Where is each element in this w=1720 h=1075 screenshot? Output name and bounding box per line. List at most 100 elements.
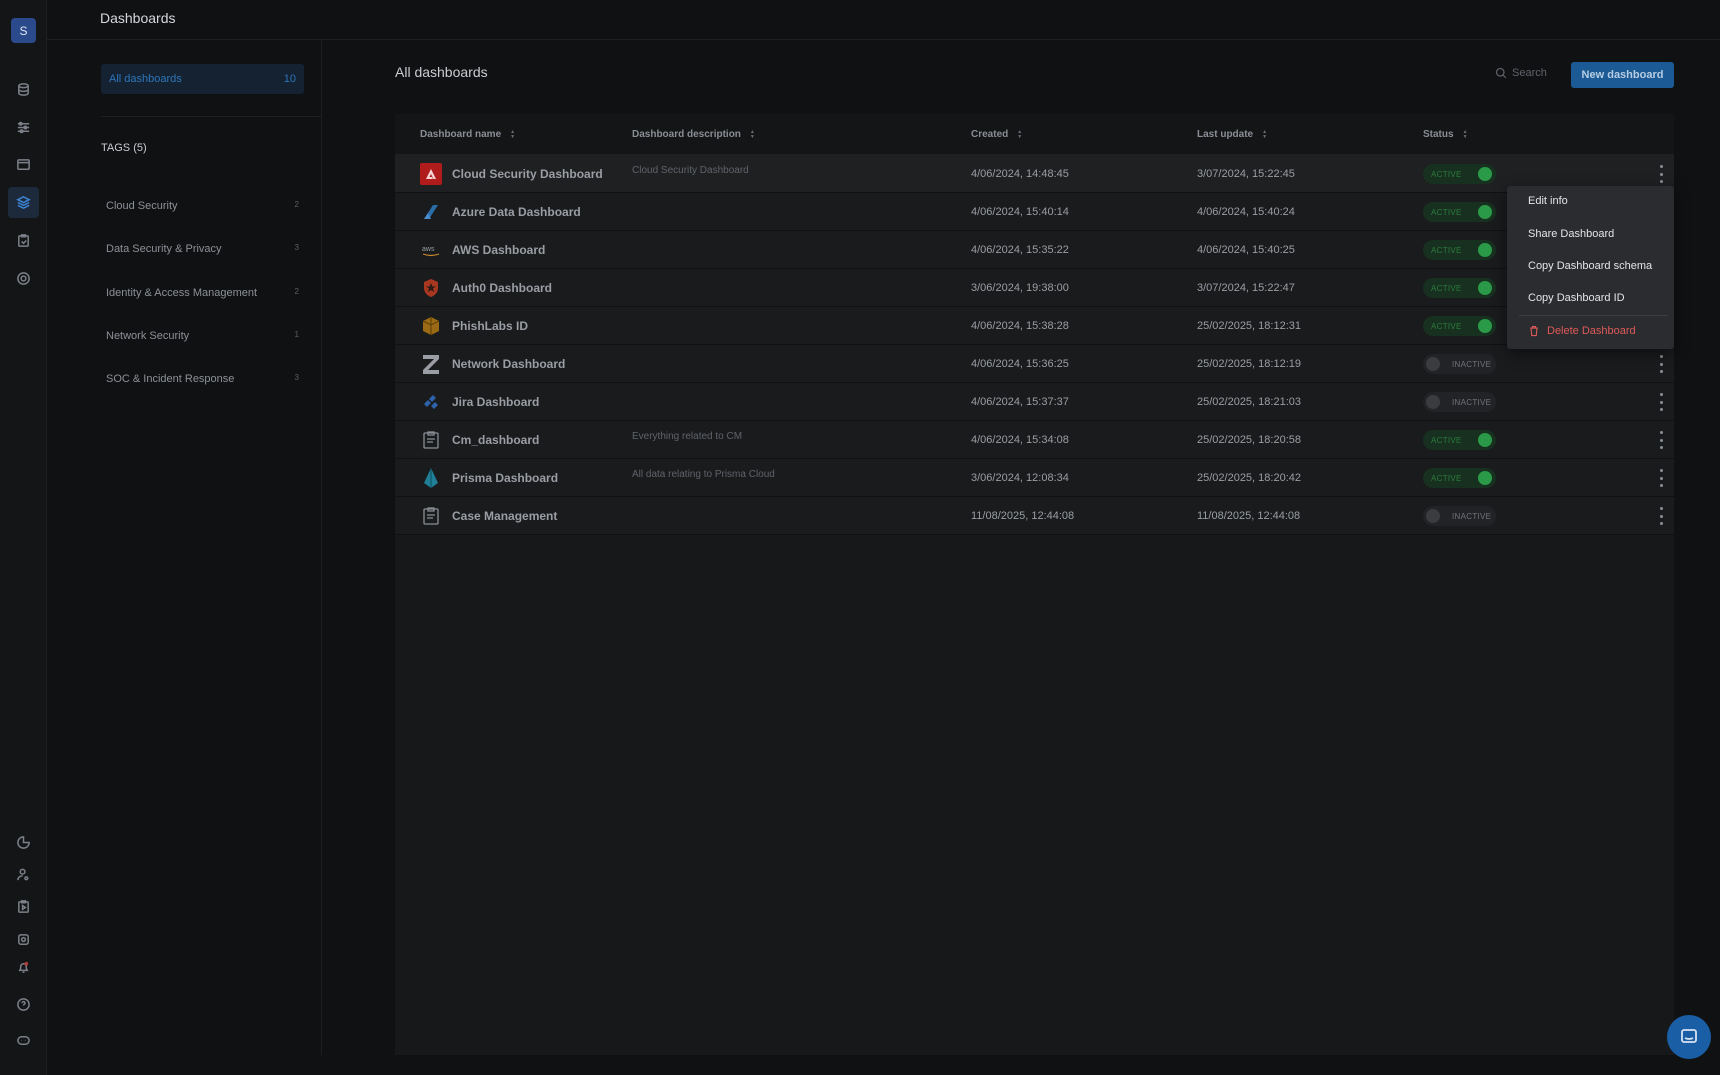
tag-label: Data Security & Privacy [106, 243, 222, 255]
menu-divider [1519, 315, 1668, 316]
updated-date: 4/06/2024, 15:40:24 [1197, 206, 1295, 218]
tag-item[interactable]: Network Security 1 [106, 330, 299, 342]
updated-date: 3/07/2024, 15:22:47 [1197, 282, 1295, 294]
created-date: 11/08/2025, 12:44:08 [971, 510, 1075, 522]
tag-item[interactable]: Identity & Access Management 2 [106, 287, 299, 299]
toggle-knob [1478, 471, 1492, 485]
column-header-created[interactable]: Created ▲ ▼ [971, 129, 1022, 140]
more-options-icon[interactable] [1658, 355, 1664, 373]
tag-item[interactable]: SOC & Incident Response 3 [106, 373, 299, 385]
updated-date: 25/02/2025, 18:12:19 [1197, 358, 1301, 370]
dashboard-name[interactable]: Network Dashboard [452, 357, 565, 371]
tag-count: 2 [294, 200, 299, 209]
status-label: ACTIVE [1431, 473, 1462, 483]
dashboards-sidebar: All dashboards 10 TAGS (5) Cloud Securit… [47, 40, 322, 1055]
status-label: ACTIVE [1431, 283, 1462, 293]
created-date: 4/06/2024, 15:35:22 [971, 244, 1069, 256]
table-row[interactable]: aws AWS Dashboard 4/06/2024, 15:35:22 4/… [395, 231, 1674, 269]
tag-item[interactable]: Cloud Security 2 [106, 200, 299, 212]
status-toggle[interactable]: ACTIVE [1423, 430, 1496, 450]
avatar[interactable]: S [11, 18, 36, 43]
menu-item-delete-dashboard[interactable]: Delete Dashboard [1528, 325, 1636, 337]
dashboard-name[interactable]: Auth0 Dashboard [452, 281, 552, 295]
dashboard-name[interactable]: Jira Dashboard [452, 395, 539, 409]
table-row[interactable]: Auth0 Dashboard 3/06/2024, 19:38:00 3/07… [395, 269, 1674, 307]
updated-date: 4/06/2024, 15:40:25 [1197, 244, 1295, 256]
more-options-icon[interactable] [1658, 507, 1664, 525]
table-row[interactable]: Prisma Dashboard All data relating to Pr… [395, 459, 1674, 497]
tag-label: Cloud Security [106, 200, 178, 212]
sort-icon: ▲ ▼ [749, 128, 755, 140]
table-row[interactable]: Network Dashboard 4/06/2024, 15:36:25 25… [395, 345, 1674, 383]
chat-icon [1681, 1029, 1697, 1043]
status-label: INACTIVE [1452, 397, 1492, 407]
clipboard-check-icon[interactable] [11, 228, 35, 252]
table-row[interactable]: Jira Dashboard 4/06/2024, 15:37:37 25/02… [395, 383, 1674, 421]
column-header-name[interactable]: Dashboard name ▲ ▼ [420, 129, 515, 140]
integrations-icon[interactable] [11, 927, 35, 951]
status-toggle[interactable]: INACTIVE [1423, 392, 1496, 412]
created-date: 3/06/2024, 12:08:34 [971, 472, 1069, 484]
dashboard-name[interactable]: AWS Dashboard [452, 243, 545, 257]
dashboard-name[interactable]: Cloud Security Dashboard [452, 167, 603, 181]
status-toggle[interactable]: INACTIVE [1423, 506, 1496, 526]
status-toggle[interactable]: ACTIVE [1423, 316, 1496, 336]
help-icon[interactable] [11, 992, 35, 1016]
status-toggle[interactable]: ACTIVE [1423, 240, 1496, 260]
menu-item-edit-info[interactable]: Edit info [1528, 195, 1568, 207]
status-toggle[interactable]: ACTIVE [1423, 278, 1496, 298]
status-toggle[interactable]: ACTIVE [1423, 468, 1496, 488]
updated-date: 25/02/2025, 18:12:31 [1197, 320, 1301, 332]
column-header-status[interactable]: Status ▲ ▼ [1423, 129, 1468, 140]
table-row[interactable]: Case Management 11/08/2025, 12:44:08 11/… [395, 497, 1674, 535]
table-row[interactable]: PhishLabs ID 4/06/2024, 15:38:28 25/02/2… [395, 307, 1674, 345]
table-row[interactable]: Cm_dashboard Everything related to CM 4/… [395, 421, 1674, 459]
dashboard-name[interactable]: Cm_dashboard [452, 433, 539, 447]
search-icon [1495, 67, 1507, 79]
toggle-knob [1426, 509, 1440, 523]
layers-icon[interactable] [8, 187, 39, 218]
assistant-bot-icon[interactable] [11, 1028, 35, 1052]
target-icon[interactable] [11, 266, 35, 290]
more-options-icon[interactable] [1658, 431, 1664, 449]
chat-support-button[interactable] [1667, 1015, 1711, 1059]
tag-item[interactable]: Data Security & Privacy 3 [106, 243, 299, 255]
column-header-last-update[interactable]: Last update ▲ ▼ [1197, 129, 1267, 140]
search-input[interactable]: Search [1495, 67, 1547, 79]
tag-count: 3 [294, 373, 299, 382]
dashboard-name[interactable]: PhishLabs ID [452, 319, 528, 333]
page-title: Dashboards [100, 10, 176, 26]
notification-bell-icon[interactable] [11, 955, 35, 979]
new-dashboard-button[interactable]: New dashboard [1571, 62, 1674, 88]
clipboard-play-icon[interactable] [11, 894, 35, 918]
sliders-icon[interactable] [11, 115, 35, 139]
more-options-icon[interactable] [1658, 165, 1664, 183]
column-header-description[interactable]: Dashboard description ▲ ▼ [632, 129, 755, 140]
dashboard-name[interactable]: Case Management [452, 509, 557, 523]
user-settings-icon[interactable] [11, 862, 35, 886]
menu-item-share-dashboard[interactable]: Share Dashboard [1528, 228, 1614, 240]
status-toggle[interactable]: ACTIVE [1423, 164, 1496, 184]
status-toggle[interactable]: INACTIVE [1423, 354, 1496, 374]
table-row[interactable]: Cloud Security Dashboard Cloud Security … [395, 155, 1674, 193]
window-icon[interactable] [11, 152, 35, 176]
dashboard-description: All data relating to Prisma Cloud [632, 469, 775, 480]
nav-rail: S [0, 0, 47, 1075]
menu-item-copy-id[interactable]: Copy Dashboard ID [1528, 292, 1625, 304]
database-icon[interactable] [11, 77, 35, 101]
status-toggle[interactable]: ACTIVE [1423, 202, 1496, 222]
zscaler-logo-icon [420, 353, 442, 375]
all-dashboards-filter[interactable]: All dashboards 10 [101, 64, 304, 94]
dashboard-name[interactable]: Azure Data Dashboard [452, 205, 581, 219]
prisma-logo-icon [420, 467, 442, 489]
table-row[interactable]: Azure Data Dashboard 4/06/2024, 15:40:14… [395, 193, 1674, 231]
dashboard-name[interactable]: Prisma Dashboard [452, 471, 558, 485]
pie-chart-icon[interactable] [11, 830, 35, 854]
more-options-icon[interactable] [1658, 469, 1664, 487]
menu-item-copy-schema[interactable]: Copy Dashboard schema [1528, 260, 1652, 272]
more-options-icon[interactable] [1658, 393, 1664, 411]
status-label: ACTIVE [1431, 321, 1462, 331]
dashboard-description: Cloud Security Dashboard [632, 165, 749, 176]
clipboard-icon [420, 429, 442, 451]
auth0-logo-icon [420, 277, 442, 299]
